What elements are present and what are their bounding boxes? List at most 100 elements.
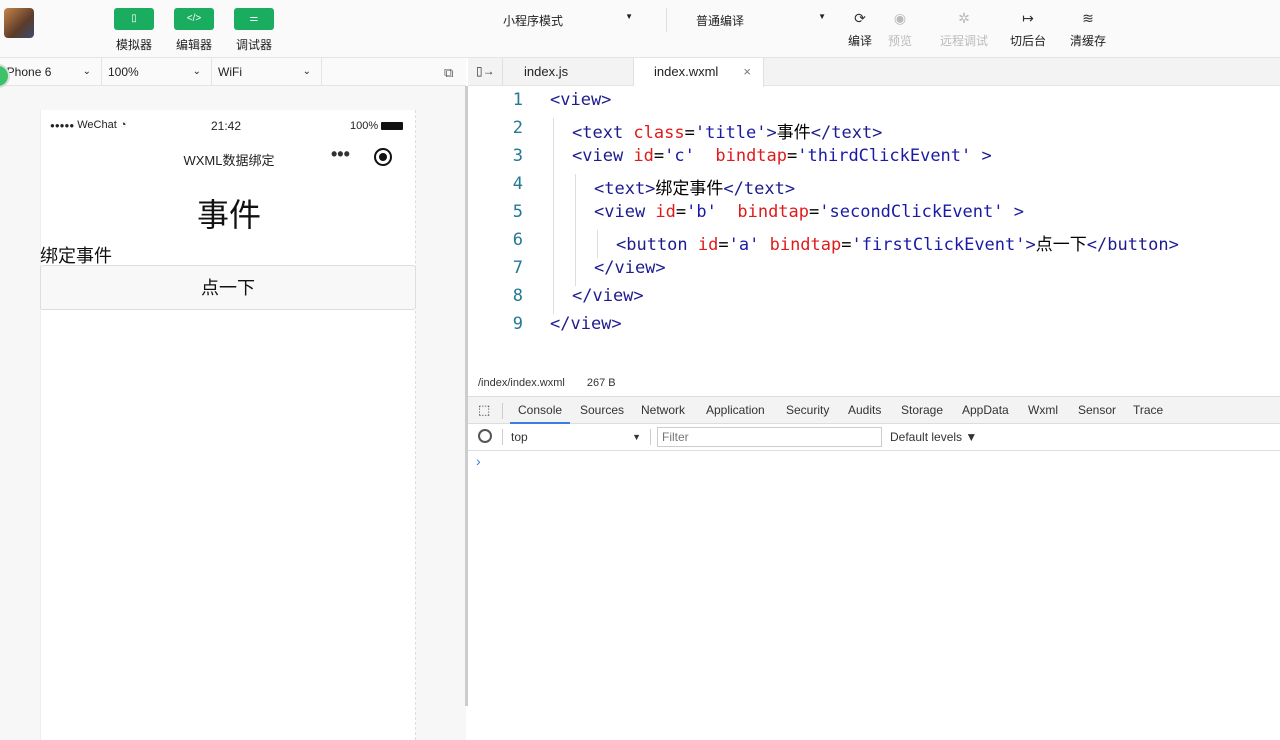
detach-window-icon[interactable]: ⧉ [444,65,453,81]
code-line: <text>绑定事件</text> [594,174,795,199]
chevron-down-icon: ⌄ [82,66,91,77]
devtools-tab-security[interactable]: Security [778,397,837,424]
caret-down-icon: ▼ [818,12,826,21]
code-editor[interactable]: 1 <view> 2 <text class='title'>事件</text> 3 <v… [468,86,1280,370]
device-select[interactable]: iPhone 6 ⌄ [0,58,102,86]
code-token-str: 'b' [686,202,717,222]
close-icon[interactable]: × [743,58,751,86]
code-token-tag: </text> [723,179,796,199]
code-token-text: = [684,123,695,143]
switch-background-icon: ↦ [1022,10,1034,26]
mode-select[interactable]: 小程序模式 ▼ [503,12,633,29]
code-icon: </> [186,13,202,24]
indent-guide [575,258,576,286]
devtools-tab-sources[interactable]: Sources [572,397,632,424]
code-token-text: = [675,202,687,222]
context-select[interactable]: top ▼ [511,424,641,450]
more-icon[interactable]: ••• [331,144,350,165]
code-token-text: = [787,146,798,166]
chevron-down-icon: ⌄ [302,66,311,77]
code-token-attr: class [633,123,685,143]
devtools-tab-trace[interactable]: Trace [1125,397,1171,424]
compile-mode-select[interactable]: 普通编译 ▼ [696,12,826,29]
caret-down-icon: ▼ [625,12,633,21]
code-token-attr: id [655,202,676,222]
divider [666,8,667,32]
chevron-down-icon: ⌄ [192,66,201,77]
tab-index-wxml[interactable]: index.wxml × [634,58,764,87]
indent-guide [597,230,598,258]
line-number: 1 [512,90,523,110]
switch-background-label: 切后台 [1009,34,1046,48]
code-token-str: 'secondClickEvent' [819,202,1004,222]
eye-icon: ◉ [893,10,907,26]
console-filter-input[interactable] [657,427,882,447]
line-number: 6 [512,230,523,250]
code-token-attr: bindtap [769,235,842,255]
code-line: <view id='c' bindtap='thirdClickEvent' > [572,146,992,166]
mode-value: 小程序模式 [503,14,564,28]
close-capsule-icon[interactable] [374,148,392,166]
debugger-label[interactable]: 调试器 [224,36,284,53]
debugger-toggle-button[interactable]: ⚌ [234,8,274,30]
code-token-str: 'c' [664,146,695,166]
devtools-tab-network[interactable]: Network [633,397,693,424]
code-token-attr: id [697,235,719,255]
indent-guide [553,230,554,258]
devtools-tab-wxml[interactable]: Wxml [1020,397,1066,424]
devtools-tab-appdata[interactable]: AppData [954,397,1017,424]
inspect-element-icon[interactable]: ⬚ [478,402,490,418]
devtools-tab-storage[interactable]: Storage [893,397,951,424]
code-token-str: 'firstClickEvent' [851,235,1026,255]
line-number: 7 [512,258,523,278]
avatar[interactable] [4,8,34,38]
phone-screen: WXML数据绑定 ••• 事件 [40,110,416,740]
zoom-value: 100% [108,65,139,79]
toggle-sidebar-icon[interactable]: ▯→ [476,64,495,78]
battery-percent: 100% [350,120,379,132]
simulator-toggle-button[interactable]: ▯ [114,8,154,30]
compile-mode-value: 普通编译 [696,14,745,28]
clear-console-icon[interactable] [478,429,492,443]
code-token-tag: </text> [810,123,883,143]
line-number: 3 [512,146,523,166]
devtools-tab-console[interactable]: Console [510,397,571,424]
switch-background-button[interactable]: ↦ 切后台 [998,10,1058,49]
code-line: </view> [550,314,622,334]
code-token-tag: <text> [594,179,656,199]
code-token-tag: <button [616,235,698,255]
log-levels-select[interactable]: Default levels ▼ [890,424,977,450]
devtools-tab-application[interactable]: Application [698,397,773,424]
clear-cache-button[interactable]: ≋ 清缓存 [1058,10,1118,49]
devtools-tab-sensor[interactable]: Sensor [1070,397,1124,424]
bug-icon: ✲ [958,10,970,26]
console-prompt[interactable]: › [476,453,481,469]
console-filter-bar: top ▼ Default levels ▼ [468,424,1280,451]
divider [502,429,503,445]
tab-label: index.js [524,64,569,79]
simulator-label[interactable]: 模拟器 [104,36,164,53]
network-select[interactable]: WiFi ⌄ [212,58,322,86]
toolbar: ▯ 模拟器 </> 编辑器 ⚌ 调试器 小程序模式 ▼ 普通编译 ▼ ⟳ 编译 ◉ 预览… [0,0,1280,58]
file-size: 267 B [586,377,616,389]
preview-button[interactable]: ◉ 预览 [870,10,930,49]
code-token-text: = [653,146,665,166]
line-number: 2 [512,118,523,138]
editor-status-bar: /index/index.wxml 267 B [468,370,1280,397]
editor-toggle-button[interactable]: </> [174,8,214,30]
line-number: 9 [512,314,523,334]
devtools-tabs: ⬚ Console Sources Network Application Securi… [468,397,1280,424]
code-line: <view> [550,90,611,110]
zoom-select[interactable]: 100% ⌄ [102,58,212,86]
remote-debug-button[interactable]: ✲ 远程调试 [934,10,994,49]
divider [502,58,503,86]
indent-guide [553,202,554,230]
tab-index-js[interactable]: index.js [504,58,634,86]
devtools-tab-audits[interactable]: Audits [840,397,889,424]
code-line: <text class='title'>事件</text> [572,118,882,143]
editor-label[interactable]: 编辑器 [164,36,224,53]
tap-button[interactable]: 点一下 [40,265,416,310]
code-token-tag: > [1003,202,1024,222]
file-path: /index/index.wxml [478,377,565,389]
